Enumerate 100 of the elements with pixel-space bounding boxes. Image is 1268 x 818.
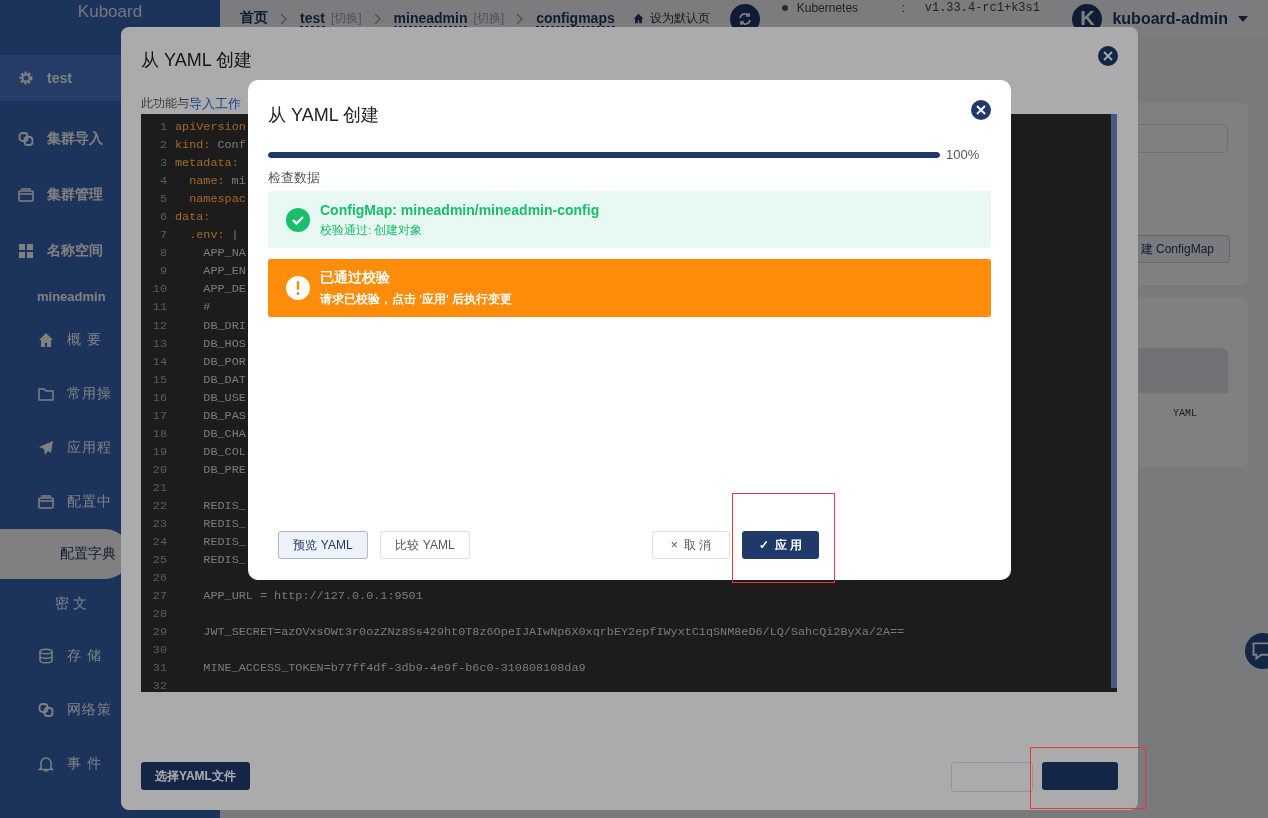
link-icon: [38, 702, 54, 718]
code-text: DB_COL: [202, 443, 246, 461]
code-text: JWT_SECRET=azOVxsOWt3r0ozZNz8Ss429ht0T8z6OpeIJAIwNp6X0xqrbEY2epfIWyxtC1qSNM8eD6/LQ/SahcQi2ByXa/2A==: [202, 624, 905, 642]
exclamation-circle-icon: [286, 276, 310, 300]
code-key: .env:: [175, 226, 225, 245]
code-text: DB_USE: [202, 389, 246, 407]
paper-plane-icon: [38, 440, 54, 456]
line-number: 23: [151, 516, 167, 534]
line-number: 24: [151, 534, 167, 552]
line-number: 27: [151, 588, 167, 606]
code-text: DB_PAS: [202, 407, 246, 425]
progress-reading: 100%: [946, 147, 980, 162]
line-number: 15: [151, 371, 167, 389]
refresh-icon: [736, 10, 753, 27]
logo-text: Kuboard: [76, 1, 144, 23]
code-text: DB_DAT: [202, 371, 246, 389]
code-text: REDIS_: [202, 498, 246, 515]
code-text: MINE_ACCESS_TOKEN=b77ff4df-3db9-4e9f-b6c0-310808108da9: [202, 660, 586, 678]
database-icon: [38, 648, 54, 664]
line-number: 1: [158, 119, 167, 136]
alert-title: ConfigMap: mineadmin/mineadmin-config: [320, 201, 600, 218]
home-icon: [38, 332, 54, 348]
user-name[interactable]: kuboard-admin: [1112, 9, 1228, 28]
folder-icon: [38, 386, 54, 402]
line-number: 26: [151, 570, 167, 588]
code-key: metadata:: [175, 154, 239, 173]
choose-file-button[interactable]: 选择YAML文件: [141, 762, 250, 790]
window-icon: [18, 187, 34, 203]
version-label: Kubernetes: [796, 1, 860, 15]
grid-icon: [18, 243, 34, 259]
version-separator: :: [901, 1, 907, 15]
link-icon: [18, 131, 34, 147]
close-icon[interactable]: [1098, 46, 1118, 66]
code-text: DB_PRE: [202, 461, 246, 479]
line-number: 4: [158, 173, 167, 191]
line-number: 19: [151, 443, 167, 461]
set-default-link[interactable]: 设为默认页: [649, 10, 710, 27]
line-number: 30: [151, 642, 167, 660]
line-number: 22: [151, 498, 167, 515]
check-circle-icon: [286, 207, 310, 232]
window-icon: [38, 494, 54, 510]
line-number: 5: [158, 191, 167, 209]
line-number: 11: [151, 299, 167, 317]
line-number: 6: [158, 209, 167, 227]
line-number: 3: [158, 155, 167, 173]
line-number: 29: [151, 624, 167, 642]
code-text: Conf: [217, 137, 246, 155]
code-text: #: [202, 299, 211, 317]
line-number: 31: [151, 660, 167, 678]
code-text: DB_DRI: [202, 317, 246, 335]
line-number: 21: [151, 479, 167, 497]
bell-icon: [38, 756, 54, 772]
dialog-title: 从 YAML 创建: [268, 104, 379, 127]
line-number: 8: [158, 245, 167, 263]
line-number: 32: [151, 678, 167, 692]
line-number: 12: [151, 317, 167, 335]
home-icon: [632, 13, 644, 24]
line-number: 28: [151, 606, 167, 624]
scrollbar[interactable]: [1111, 114, 1117, 688]
chevron-right-icon: [516, 12, 525, 25]
chevron-right-icon: [280, 12, 288, 25]
line-number: 7: [158, 227, 167, 245]
gear-icon: [18, 70, 34, 86]
line-number: 18: [151, 425, 167, 443]
line-number: 10: [151, 281, 167, 299]
alert-message: 校验通过: 创建对象: [320, 222, 424, 238]
line-number: 16: [151, 389, 167, 407]
line-number: 14: [151, 353, 167, 371]
yaml-button[interactable]: 比较 YAML: [380, 531, 470, 559]
chevron-right-icon: [373, 12, 382, 25]
code-text: REDIS_: [202, 534, 246, 552]
code-text: |: [231, 227, 239, 245]
line-number: 9: [158, 263, 167, 281]
code-text: DB_CHA: [202, 425, 246, 443]
code-text: DB_POR: [202, 353, 246, 371]
code-key: namespac: [175, 190, 246, 209]
alert-title: 已通过校验: [320, 269, 391, 287]
code-text: REDIS_: [202, 516, 246, 534]
code-text: APP_DE: [202, 281, 246, 299]
line-number: 17: [151, 407, 167, 425]
line-number: 20: [151, 461, 167, 479]
code-text: REDIS_: [202, 552, 246, 570]
alert-message: 请求已校验，点击 '应用' 后执行变更: [320, 292, 512, 307]
version-value: v1.33.4-rc1+k3s1: [924, 1, 1040, 15]
cancel-button[interactable]: × 取 消: [652, 531, 730, 559]
code-text: APP_EN: [202, 263, 246, 281]
caret-down-icon[interactable]: [1238, 15, 1248, 22]
table-cell: YAML: [1173, 408, 1197, 419]
code-key: apiVersion: [175, 118, 246, 137]
section-title: 检查数据: [268, 169, 320, 187]
apply-button[interactable]: ✓ 应 用: [742, 531, 819, 559]
yaml-button[interactable]: 预览 YAML: [278, 531, 368, 559]
code-key: data:: [175, 208, 211, 227]
close-icon[interactable]: [971, 100, 991, 120]
line-number: 13: [151, 335, 167, 353]
line-number: 2: [158, 137, 167, 155]
code-key: name:: [175, 172, 225, 191]
code-text: mi: [231, 173, 246, 191]
code-text: DB_HOS: [202, 335, 246, 353]
line-number: 25: [151, 552, 167, 570]
